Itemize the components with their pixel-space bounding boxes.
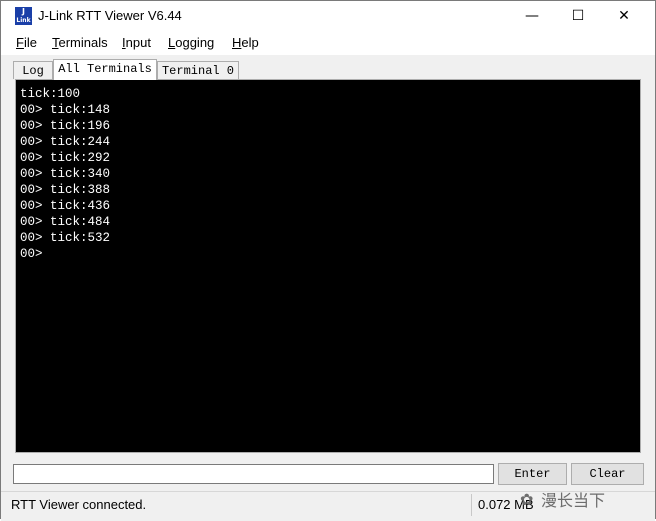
watermark-text: 漫长当下 <box>541 493 606 510</box>
terminal-line: 00> tick:196 <box>20 119 111 133</box>
menu-terminals[interactable]: Terminals <box>52 35 108 50</box>
menu-bar: File Terminals Input Logging Help <box>1 31 655 55</box>
terminal-line: 00> tick:484 <box>20 215 111 229</box>
status-message: RTT Viewer connected. <box>11 497 147 512</box>
clear-button[interactable]: Clear <box>571 463 644 485</box>
enter-button[interactable]: Enter <box>498 463 567 485</box>
rtt-viewer-window: J Link J-Link RTT Viewer V6.44 — ☐ ✕ Fil… <box>0 0 656 521</box>
menu-input[interactable]: Input <box>122 35 151 50</box>
window-title: J-Link RTT Viewer V6.44 <box>38 8 182 23</box>
terminal-output[interactable]: tick:100 00> tick:148 00> tick:196 00> tick… <box>15 79 641 453</box>
terminal-text: tick:100 00> tick:148 00> tick:196 00> tick… <box>20 86 110 262</box>
terminal-line: 00> tick:148 <box>20 103 111 117</box>
tab-log[interactable]: Log <box>13 61 53 79</box>
maximize-button[interactable]: ☐ <box>555 1 601 31</box>
terminal-line: 00> tick:244 <box>20 135 111 149</box>
tab-all-terminals[interactable]: All Terminals <box>53 59 157 80</box>
terminal-line: 00> tick:388 <box>20 183 111 197</box>
menu-help[interactable]: Help <box>232 35 259 50</box>
tab-terminal-0[interactable]: Terminal 0 <box>157 61 239 79</box>
status-divider <box>471 494 472 516</box>
terminal-line: 00> tick:532 <box>20 231 111 245</box>
terminal-line: 00> tick:292 <box>20 151 111 165</box>
wechat-icon: ✿ <box>520 492 534 509</box>
terminal-line: 00> tick:436 <box>20 199 111 213</box>
menu-file[interactable]: File <box>16 35 37 50</box>
jlink-app-icon: J Link <box>15 7 32 25</box>
close-button[interactable]: ✕ <box>601 1 647 31</box>
minimize-button[interactable]: — <box>509 1 555 31</box>
menu-logging[interactable]: Logging <box>168 35 214 50</box>
terminal-line: 00> <box>20 247 43 261</box>
terminal-line: 00> tick:340 <box>20 167 111 181</box>
terminal-input[interactable] <box>13 464 494 484</box>
terminal-line: tick:100 <box>20 87 81 101</box>
title-bar[interactable]: J Link J-Link RTT Viewer V6.44 — ☐ ✕ <box>1 1 655 31</box>
